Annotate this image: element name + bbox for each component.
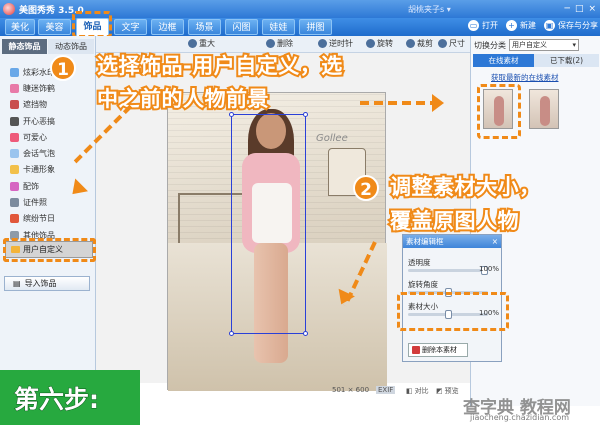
delete-material-button[interactable]: 删除本素材	[408, 343, 468, 357]
arrow-head-right	[432, 94, 444, 112]
sidebar-tabs: 静态饰品 动态饰品	[0, 39, 96, 54]
tab-text[interactable]: 文字	[114, 19, 147, 35]
tab-flash[interactable]: 闪图	[225, 19, 258, 35]
tab-beautify[interactable]: 美化	[5, 19, 35, 35]
id-photo-icon	[10, 198, 19, 208]
sidebar-item[interactable]: 睫迷饰鹤	[0, 80, 96, 96]
cartoon-icon	[10, 165, 19, 175]
thumbnail-highlight	[477, 84, 521, 139]
step-1-text-line1: 选择饰品-用户自定义，选	[95, 52, 344, 80]
tab-border[interactable]: 边框	[151, 19, 184, 35]
tab-doll[interactable]: 娃娃	[262, 19, 295, 35]
size-tool[interactable]: 尺寸	[438, 38, 465, 49]
rotate-tool[interactable]: 旋转	[366, 38, 393, 49]
category-select[interactable]: 用户自定义	[509, 39, 579, 51]
opacity-slider[interactable]	[408, 266, 488, 275]
rotate-ccw-tool[interactable]: 逆时针	[318, 38, 353, 49]
sidebar-item[interactable]: 开心恶搞	[0, 113, 96, 129]
step-title: 第六步:	[14, 385, 100, 415]
site-watermark-url: jiaocheng.chazidian.com	[470, 413, 570, 422]
minimize-button[interactable]: ─	[565, 3, 570, 15]
rotate-ccw-icon	[318, 39, 327, 48]
open-icon: ▭	[468, 20, 479, 31]
size-slider-highlight	[397, 292, 509, 331]
thumbnail-figure	[540, 96, 550, 126]
tab-online-material[interactable]: 在线素材	[473, 54, 534, 67]
close-button[interactable]: ×	[588, 3, 596, 15]
new-icon: +	[506, 20, 517, 31]
tab-face[interactable]: 美容	[38, 19, 71, 35]
festival-icon	[10, 214, 19, 224]
delete-icon	[266, 39, 275, 48]
import-icon: ▤	[13, 279, 21, 288]
save-share-button[interactable]: ▣ 保存与分享	[544, 20, 598, 31]
app-logo-icon	[3, 3, 15, 15]
delete-tool[interactable]: 删除	[266, 38, 293, 49]
dialog-title: 素材编辑框 ×	[403, 235, 501, 248]
crop-icon	[406, 39, 415, 48]
preview-button[interactable]: ◩ 预览	[436, 386, 459, 396]
crane-icon	[10, 83, 19, 93]
get-online-material-link[interactable]: 获取最新的在线素材	[491, 72, 559, 83]
rotate-label: 旋转角度	[408, 280, 438, 289]
rotate-icon	[366, 39, 375, 48]
compare-button[interactable]: ◧ 对比	[406, 386, 429, 396]
save-icon: ▣	[544, 20, 555, 31]
tab-static-accessories[interactable]: 静态饰品	[2, 39, 47, 54]
tab-collage[interactable]: 拼图	[299, 19, 332, 35]
status-bar: 501 × 600 EXIF ◧ 对比 ◩ 预览	[96, 383, 470, 399]
resize-handle[interactable]	[229, 331, 234, 336]
sidebar-item[interactable]: 遮挡物	[0, 97, 96, 113]
import-accessory-button[interactable]: ▤ 导入饰品	[4, 276, 90, 291]
tab-scene[interactable]: 场景	[188, 19, 221, 35]
zoom-tool[interactable]: 重大	[188, 38, 215, 49]
preview-icon: ◩	[436, 387, 443, 395]
size-icon	[438, 39, 447, 48]
material-tabs: 在线素材 已下载(2)	[471, 54, 600, 67]
sidebar-item[interactable]: 卡通形象	[0, 162, 96, 178]
tab-downloaded[interactable]: 已下载(2)	[534, 54, 599, 67]
step-1-badge: 1	[50, 55, 76, 81]
arrow-to-thumbnail	[360, 101, 432, 105]
tab-animated-accessories[interactable]: 动态饰品	[48, 39, 94, 54]
speech-bubble-icon	[10, 149, 19, 159]
zoom-icon	[188, 39, 197, 48]
step-1-text-line2: 中之前的人物前景	[95, 85, 271, 113]
dialog-close-button[interactable]: ×	[492, 235, 498, 248]
step-2-badge: 2	[353, 175, 379, 201]
opacity-value: 100%	[478, 265, 499, 273]
open-button[interactable]: ▭ 打开	[468, 20, 498, 31]
step-2-text-line2: 覆盖原图人物	[388, 207, 521, 235]
sidebar-highlight	[3, 238, 96, 262]
resize-handle[interactable]	[303, 331, 308, 336]
window-controls: ─ □ ×	[565, 3, 596, 15]
sidebar-item[interactable]: 可爱心	[0, 129, 96, 145]
cover-icon	[10, 100, 19, 110]
step-label: 第六步:	[0, 370, 140, 425]
heart-icon	[10, 132, 19, 142]
delete-icon	[412, 346, 420, 354]
material-thumbnail[interactable]	[529, 89, 559, 129]
image-size: 501 × 600	[332, 386, 370, 394]
sidebar: 静态饰品 动态饰品 炫彩水印 睫迷饰鹤 遮挡物 开心恶搞 可爱心 会话气泡 卡通…	[0, 36, 96, 425]
sidebar-item[interactable]: 炫彩水印	[0, 64, 96, 80]
compare-icon: ◧	[406, 387, 413, 395]
sidebar-item[interactable]: 缤纷节日	[0, 211, 96, 227]
opacity-label: 透明度	[408, 258, 431, 267]
prank-icon	[10, 116, 19, 126]
watermark-icon	[10, 67, 19, 77]
category-switch: 切换分类 用户自定义	[474, 39, 579, 51]
selection-box[interactable]	[229, 112, 308, 336]
exif-badge: EXIF	[376, 386, 396, 394]
nav-highlight	[72, 11, 112, 38]
resize-handle[interactable]	[303, 112, 308, 117]
user-account[interactable]: 胡桃夹子s ▾	[408, 4, 451, 15]
accessory-icon	[10, 181, 19, 191]
step-2-text-line1: 调整素材大小，	[388, 173, 542, 201]
photo-watermark: Gollee	[316, 133, 348, 144]
crop-tool[interactable]: 裁剪	[406, 38, 433, 49]
maximize-button[interactable]: □	[575, 3, 584, 15]
new-button[interactable]: + 新建	[506, 20, 536, 31]
